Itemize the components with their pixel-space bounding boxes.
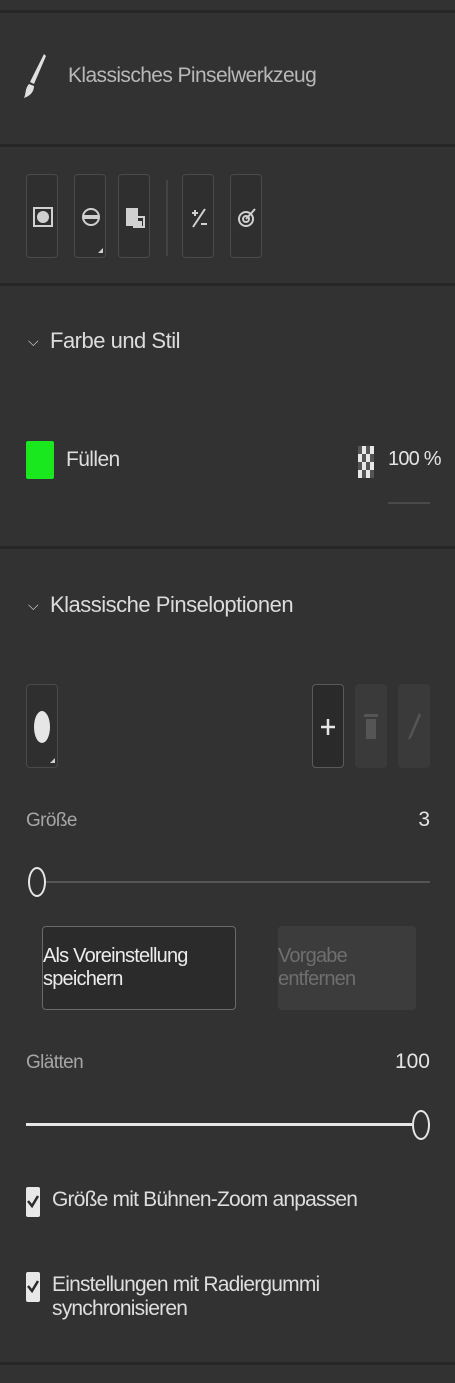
sync-eraser-checkbox-label[interactable]: Einstellungen mit Radiergummi synchronis… xyxy=(52,1273,455,1321)
size-value[interactable]: 3 xyxy=(418,808,430,832)
checkmark-icon xyxy=(27,1280,39,1293)
remove-preset-button[interactable]: Vorgabe entfernen xyxy=(278,926,416,1010)
add-brush-button[interactable] xyxy=(312,684,344,768)
checkmark-icon xyxy=(27,1195,39,1208)
pressure-icon xyxy=(192,208,207,228)
bottom-divider xyxy=(0,1362,455,1365)
lock-fill-icon xyxy=(126,208,145,228)
tool-title: Klassisches Pinselwerkzeug xyxy=(68,64,317,87)
opacity-value[interactable]: 100 % xyxy=(388,448,442,471)
size-label: Größe xyxy=(26,810,77,831)
fill-color-swatch[interactable] xyxy=(26,441,54,479)
brush-icon xyxy=(22,52,48,105)
tilt-icon xyxy=(238,208,256,227)
brush-mode-icon xyxy=(82,208,100,226)
edit-brush-button[interactable] xyxy=(398,684,430,768)
smoothing-label: Glätten xyxy=(26,1052,84,1073)
plus-icon xyxy=(321,719,335,735)
save-preset-button[interactable]: Als Voreinstellung speichern xyxy=(42,926,236,1010)
pencil-icon xyxy=(408,713,421,740)
section-farbe-und-stil[interactable]: ⌵ Farbe und Stil xyxy=(28,328,180,354)
section-title: Farbe und Stil xyxy=(50,328,180,353)
size-slider-track[interactable] xyxy=(30,881,430,883)
smoothing-value[interactable]: 100 xyxy=(395,1050,430,1074)
section-pinseloptionen[interactable]: ⌵ Klassische Pinseloptionen xyxy=(28,592,294,618)
size-slider-handle[interactable] xyxy=(28,867,46,897)
smoothing-slider-handle[interactable] xyxy=(412,1110,430,1140)
divider xyxy=(0,144,455,147)
trash-icon xyxy=(364,714,378,739)
delete-brush-button[interactable] xyxy=(355,684,387,768)
divider xyxy=(0,283,455,286)
lock-fill-button[interactable] xyxy=(118,174,150,258)
opacity-underline xyxy=(388,502,430,504)
zoom-size-checkbox-label[interactable]: Größe mit Bühnen-Zoom anpassen xyxy=(52,1188,358,1212)
smoothing-slider-fill xyxy=(26,1123,412,1126)
tilt-button[interactable] xyxy=(230,174,262,258)
brush-mode-button[interactable] xyxy=(74,174,106,258)
transparency-checker-icon xyxy=(358,446,374,483)
object-drawing-icon xyxy=(33,207,53,227)
brush-shape-button[interactable] xyxy=(26,684,58,768)
top-divider xyxy=(0,10,455,13)
pressure-button[interactable] xyxy=(182,174,214,258)
chevron-down-icon: ⌵ xyxy=(28,333,39,349)
fill-label: Füllen xyxy=(66,448,120,471)
sync-eraser-checkbox[interactable] xyxy=(26,1272,40,1302)
divider xyxy=(0,546,455,549)
zoom-size-checkbox[interactable] xyxy=(26,1187,40,1217)
section-title: Klassische Pinseloptionen xyxy=(50,592,294,617)
round-brush-icon xyxy=(34,711,50,743)
chevron-down-icon: ⌵ xyxy=(28,597,39,613)
menu-corner-indicator xyxy=(98,248,103,253)
object-drawing-button[interactable] xyxy=(26,174,58,258)
menu-corner-indicator xyxy=(50,758,55,763)
toolbar-separator xyxy=(166,180,168,256)
